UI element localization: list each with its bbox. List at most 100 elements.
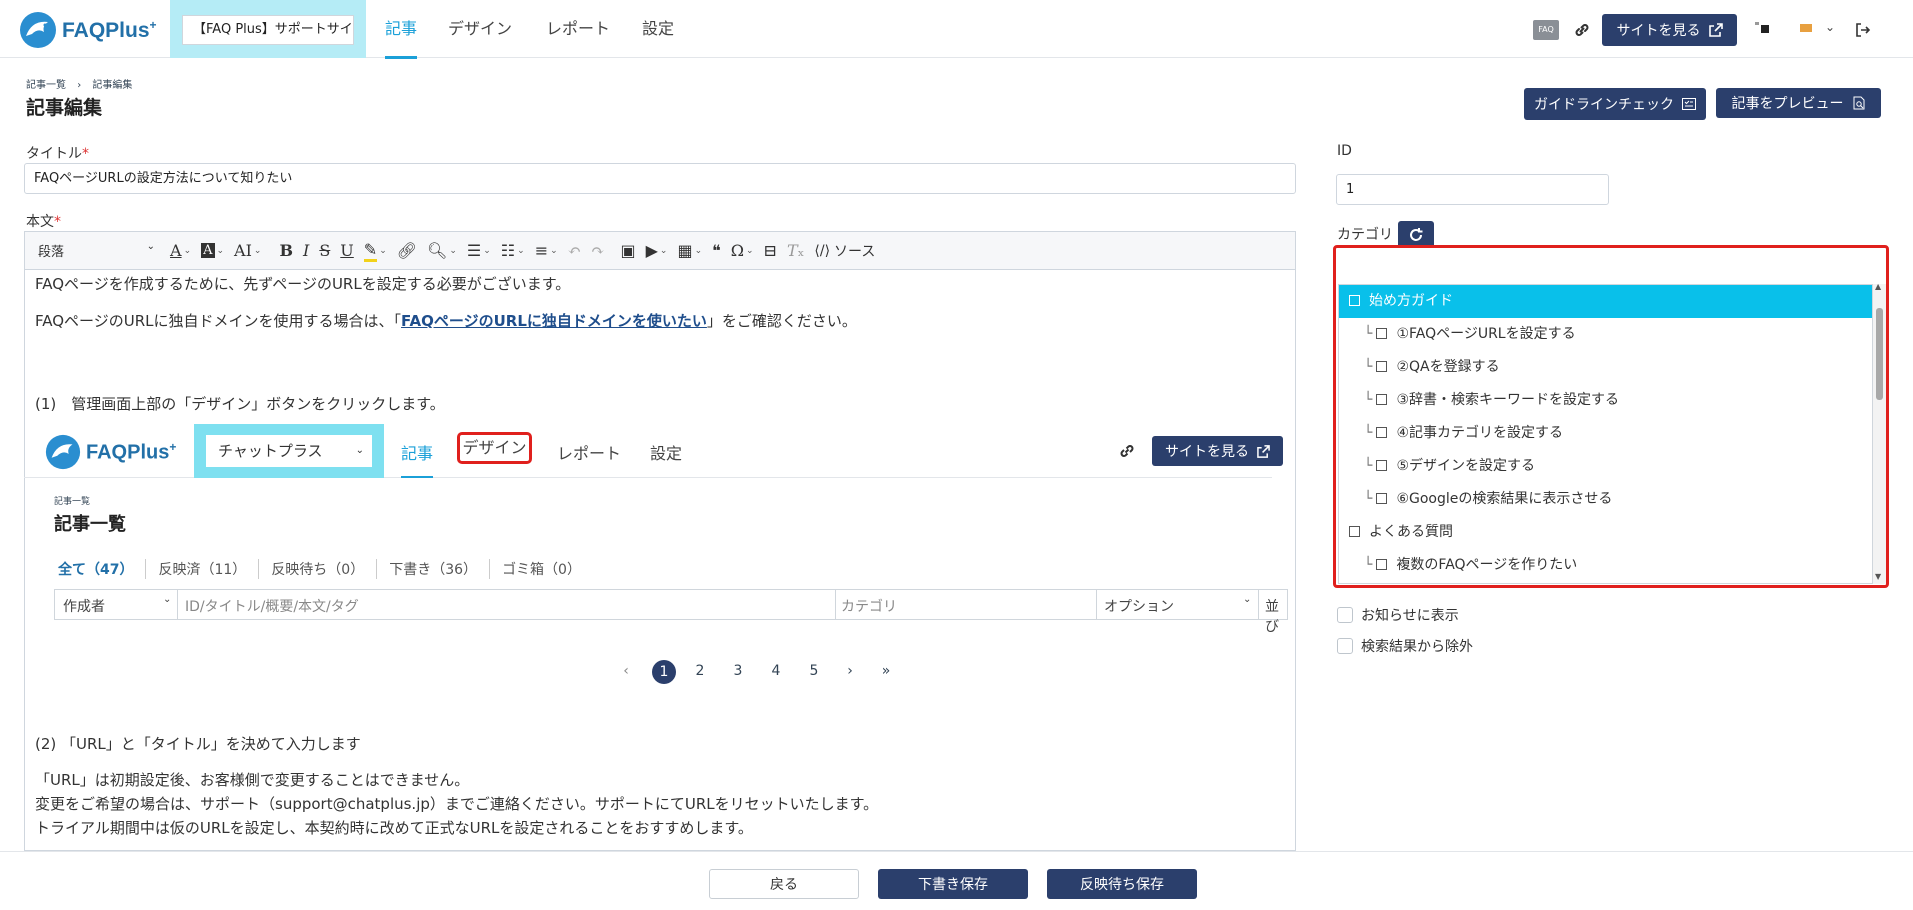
filter-trash: ゴミ箱（0） xyxy=(502,562,581,578)
paragraph-3: 「URL」は初期設定後、お客様側で変更することはできません。 xyxy=(35,771,470,789)
bulleted-list-icon[interactable]: ☰ ⌄ xyxy=(462,236,496,266)
category-label: ④記事カテゴリを設定する xyxy=(1396,425,1563,441)
body-label: 本文* xyxy=(26,214,61,230)
category-checkbox[interactable] xyxy=(1376,559,1388,570)
title-input[interactable]: FAQページURLの設定方法について知りたい xyxy=(24,163,1296,194)
view-site-label: サイトを見る xyxy=(1616,23,1701,39)
table-icon[interactable]: ▦ ⌄ xyxy=(672,236,707,266)
category-checkbox[interactable] xyxy=(1376,361,1388,372)
category-checkbox[interactable] xyxy=(1376,427,1388,438)
show-news-checkbox[interactable] xyxy=(1337,607,1353,623)
tab-report[interactable]: レポート xyxy=(546,0,610,58)
remove-format-icon[interactable]: Tₓ xyxy=(782,236,809,266)
exclude-search-checkbox[interactable] xyxy=(1337,638,1353,654)
category-item[interactable]: └ 複数のFAQページを作りたい xyxy=(1339,549,1872,582)
back-button[interactable]: 戻る xyxy=(709,869,859,899)
scrollbar-thumb[interactable] xyxy=(1876,308,1883,400)
bold-icon[interactable]: B xyxy=(274,236,298,266)
tree-branch-glyph: └ xyxy=(1364,458,1373,474)
step-1-text: (1) 管理画面上部の「デザイン」ボタンをクリックします。 xyxy=(35,395,445,413)
flag-jp-icon xyxy=(1755,22,1759,25)
faqplus-logo[interactable]: FAQPlus+ xyxy=(18,10,157,50)
link-icon[interactable] xyxy=(1573,21,1591,39)
strikethrough-icon[interactable]: S xyxy=(314,236,335,266)
page-3: 3 xyxy=(733,663,743,679)
footer-action-bar: 戻る 下書き保存 反映待ち保存 xyxy=(0,851,1913,910)
custom-domain-link[interactable]: FAQページのURLに独自ドメインを使いたい xyxy=(401,312,707,330)
category-item[interactable]: └ ⑥Googleの検索結果に表示させる xyxy=(1339,483,1872,516)
align-icon[interactable]: ≡ ⌄ xyxy=(530,236,563,266)
category-checkbox[interactable] xyxy=(1376,328,1388,339)
category-item[interactable]: └ ②QAを登録する xyxy=(1339,351,1872,384)
category-checkbox[interactable] xyxy=(1376,394,1388,405)
highlight-icon[interactable]: ✎ ⌄ xyxy=(359,236,392,266)
media-icon[interactable]: ▶ ⌄ xyxy=(641,236,673,266)
category-label: ③辞書・検索キーワードを設定する xyxy=(1396,392,1619,408)
paragraph-4: 変更をご希望の場合は、サポート（support@chatplus.jp）までご連… xyxy=(35,795,879,813)
flag-square-icon xyxy=(1761,25,1769,33)
show-news-option[interactable]: お知らせに表示 xyxy=(1337,605,1459,625)
undo-icon[interactable]: ↶ xyxy=(563,236,586,266)
category-item[interactable]: よくある質問 xyxy=(1339,516,1872,549)
view-site-button[interactable]: サイトを見る xyxy=(1602,14,1737,46)
category-checkbox[interactable] xyxy=(1376,460,1388,471)
scroll-up-icon[interactable]: ▲ xyxy=(1875,282,1881,291)
category-dropdown[interactable]: 始め方ガイド └ ①FAQページURLを設定する └ ②QAを登録する └ ③辞書・検索キー… xyxy=(1333,245,1889,588)
category-checkbox[interactable] xyxy=(1349,526,1360,537)
font-color-icon[interactable]: A ⌄ xyxy=(165,236,196,266)
blockquote-icon[interactable]: ❝ xyxy=(707,236,726,266)
redo-icon[interactable]: ↷ xyxy=(586,236,609,266)
site-select[interactable]: 【FAQ Plus】サポートサイト xyxy=(182,15,354,45)
font-size-icon[interactable]: AI ⌄ xyxy=(229,236,266,266)
background-color-icon[interactable]: A ⌄ xyxy=(196,236,229,266)
logout-icon[interactable] xyxy=(1855,22,1871,38)
tree-branch-glyph: └ xyxy=(1364,392,1373,408)
guideline-check-button[interactable]: ガイドラインチェック xyxy=(1524,88,1706,120)
paragraph-format-select[interactable]: 段落 ⌄ xyxy=(25,241,165,260)
image-icon[interactable]: ▣ xyxy=(615,236,640,266)
tree-branch-glyph: └ xyxy=(1364,425,1373,441)
embedded-option-select: オプション xyxy=(1104,599,1174,615)
category-item[interactable]: └ ③辞書・検索キーワードを設定する xyxy=(1339,384,1872,417)
chevron-down-icon[interactable]: ⌄ xyxy=(1825,20,1835,34)
find-replace-icon[interactable]: 🔍︎ ⌄ xyxy=(422,236,462,266)
filter-draft: 下書き（36） xyxy=(377,559,491,579)
id-input[interactable]: 1 xyxy=(1336,174,1609,205)
language-selector[interactable] xyxy=(1755,22,1815,36)
page-last: » xyxy=(881,663,891,679)
scroll-down-icon[interactable]: ▼ xyxy=(1875,572,1881,581)
category-item[interactable]: 始め方ガイド xyxy=(1339,285,1872,318)
numbered-list-icon[interactable]: ☷ ⌄ xyxy=(496,236,530,266)
preview-article-button[interactable]: 記事をプレビュー xyxy=(1716,88,1881,118)
breadcrumb-current: 記事編集 xyxy=(92,80,133,91)
category-scrollbar[interactable]: ▲ ▼ xyxy=(1873,282,1886,584)
embedded-filter-tabs: 全て（47） 反映済（11） 反映待ち（0） 下書き（36） ゴミ箱（0） xyxy=(58,559,593,579)
embedded-link-icon xyxy=(1120,445,1134,457)
breadcrumb-separator: › xyxy=(77,80,82,91)
italic-icon[interactable]: I xyxy=(298,236,314,266)
category-search-input[interactable] xyxy=(1338,250,1883,278)
category-item[interactable]: └ ⑤デザインを設定する xyxy=(1339,450,1872,483)
page-break-icon[interactable]: ⊟ xyxy=(759,236,782,266)
link-icon[interactable]: 🔗︎ xyxy=(392,236,422,266)
page-title: 記事編集 xyxy=(26,97,103,119)
save-draft-button[interactable]: 下書き保存 xyxy=(878,869,1028,899)
top-navbar: FAQPlus+ 【FAQ Plus】サポートサイト 記事 デザイン レポート … xyxy=(0,0,1913,59)
underline-icon[interactable]: U xyxy=(335,236,358,266)
breadcrumb-parent-link[interactable]: 記事一覧 xyxy=(26,80,66,91)
tab-settings[interactable]: 設定 xyxy=(642,0,674,58)
category-checkbox[interactable] xyxy=(1349,295,1360,306)
external-link-icon xyxy=(1257,444,1270,458)
faq-chat-icon[interactable]: FAQ xyxy=(1533,20,1559,40)
source-button[interactable]: ⟨/⟩ ソース xyxy=(809,236,880,266)
tab-articles[interactable]: 記事 xyxy=(385,0,418,59)
embedded-logo-text: FAQPlus+ xyxy=(86,439,177,464)
tree-branch-glyph: └ xyxy=(1364,326,1373,342)
special-characters-icon[interactable]: Ω ⌄ xyxy=(726,236,759,266)
tab-design[interactable]: デザイン xyxy=(448,0,512,58)
exclude-search-option[interactable]: 検索結果から除外 xyxy=(1337,636,1473,656)
category-checkbox[interactable] xyxy=(1376,493,1388,504)
category-item[interactable]: └ ①FAQページURLを設定する xyxy=(1339,318,1872,351)
category-item[interactable]: └ ④記事カテゴリを設定する xyxy=(1339,417,1872,450)
save-pending-button[interactable]: 反映待ち保存 xyxy=(1047,869,1197,899)
